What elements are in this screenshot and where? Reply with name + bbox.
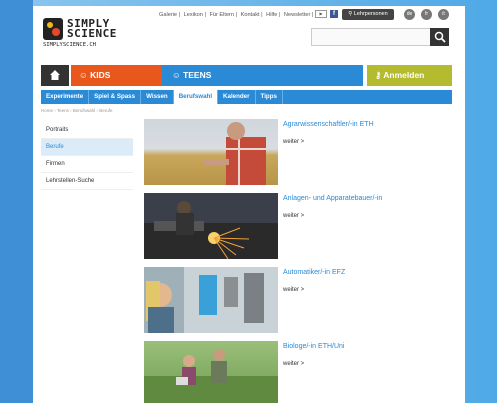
topnav-kontakt[interactable]: Kontakt |	[241, 12, 263, 18]
search-button[interactable]	[430, 28, 449, 46]
item-title[interactable]: Agrarwissenschaftler/-in ETH	[283, 121, 374, 128]
subnav-kalender[interactable]: Kalender	[218, 90, 256, 104]
menu-item-portraits[interactable]: Portraits	[41, 122, 133, 139]
item-image[interactable]	[144, 341, 278, 403]
farmer-image	[204, 122, 266, 185]
login-button[interactable]: ⚲ Lehrpersonen	[342, 9, 394, 20]
sub-nav: Experimente Spiel & Spass Wissen Berufsw…	[41, 90, 452, 104]
teens-icon: ☺	[172, 70, 181, 80]
topnav-lexikon[interactable]: Lexikon |	[184, 12, 206, 18]
lang-de-button[interactable]: de	[404, 9, 415, 20]
item-title[interactable]: Anlagen- und Apparatebauer/-in	[283, 195, 382, 202]
topnav-hilfe[interactable]: Hilfe |	[266, 12, 280, 18]
search-icon	[434, 31, 446, 43]
topnav-newsletter[interactable]: Newsletter |	[284, 12, 313, 18]
subnav-berufswahl[interactable]: Berufswahl	[173, 90, 219, 104]
more-link[interactable]: weiter >	[283, 213, 304, 219]
more-link[interactable]: weiter >	[283, 139, 304, 145]
search-input[interactable]	[311, 28, 431, 46]
page: SIMPLY SCIENCE SIMPLYSCIENCE.CH Galerie …	[33, 6, 465, 403]
left-menu: Portraits Berufe Firmen Lehrstellen-Such…	[41, 122, 133, 190]
automation-image	[146, 267, 278, 333]
subnav-spiel[interactable]: Spiel & Spass	[89, 90, 142, 104]
top-nav: Galerie | Lexikon | Für Eltern | Kontakt…	[159, 12, 315, 18]
home-icon	[50, 70, 60, 80]
item-image[interactable]	[144, 267, 278, 333]
topnav-eltern[interactable]: Für Eltern |	[209, 12, 237, 18]
background-left	[0, 0, 33, 403]
youtube-icon[interactable]: ▶	[315, 10, 327, 18]
site-logo[interactable]: SIMPLY SCIENCE SIMPLYSCIENCE.CH	[43, 16, 123, 48]
kids-icon: ☺	[79, 70, 88, 80]
logo-icon	[43, 18, 63, 40]
logo-word2: SCIENCE	[67, 27, 117, 40]
anmelden-button[interactable]: ⚷ Anmelden	[367, 65, 452, 86]
menu-item-lehrstellen[interactable]: Lehrstellen-Suche	[41, 173, 133, 190]
welding-image	[144, 193, 278, 259]
facebook-icon[interactable]: f	[330, 10, 338, 18]
more-link[interactable]: weiter >	[283, 361, 304, 367]
menu-item-berufe[interactable]: Berufe	[41, 139, 133, 156]
lang-it-button[interactable]: it	[438, 9, 449, 20]
topnav-galerie[interactable]: Galerie |	[159, 12, 180, 18]
subnav-tipps[interactable]: Tipps	[256, 90, 283, 104]
more-link[interactable]: weiter >	[283, 287, 304, 293]
list-item: Biologe/-in ETH/Uni weiter >	[144, 341, 452, 403]
home-tab[interactable]	[41, 65, 69, 86]
item-title[interactable]: Automatiker/-in EFZ	[283, 269, 345, 276]
item-title[interactable]: Biologe/-in ETH/Uni	[283, 343, 344, 350]
logo-url: SIMPLYSCIENCE.CH	[43, 42, 96, 48]
menu-item-firmen[interactable]: Firmen	[41, 156, 133, 173]
key-icon: ⚷	[375, 70, 382, 80]
lang-fr-button[interactable]: fr	[421, 9, 432, 20]
subnav-experimente[interactable]: Experimente	[41, 90, 90, 104]
breadcrumb[interactable]: Home › Teens › Berufswahl › Berufe	[41, 108, 112, 113]
item-image[interactable]	[144, 193, 278, 259]
teens-tab[interactable]: ☺ TEENS	[162, 65, 363, 86]
biology-image	[144, 349, 278, 403]
list-item: Automatiker/-in EFZ weiter >	[144, 267, 452, 337]
item-image[interactable]	[144, 119, 278, 185]
subnav-wissen[interactable]: Wissen	[141, 90, 174, 104]
list-item: Anlagen- und Apparatebauer/-in weiter >	[144, 193, 452, 263]
list-item: Agrarwissenschaftler/-in ETH weiter >	[144, 119, 452, 189]
